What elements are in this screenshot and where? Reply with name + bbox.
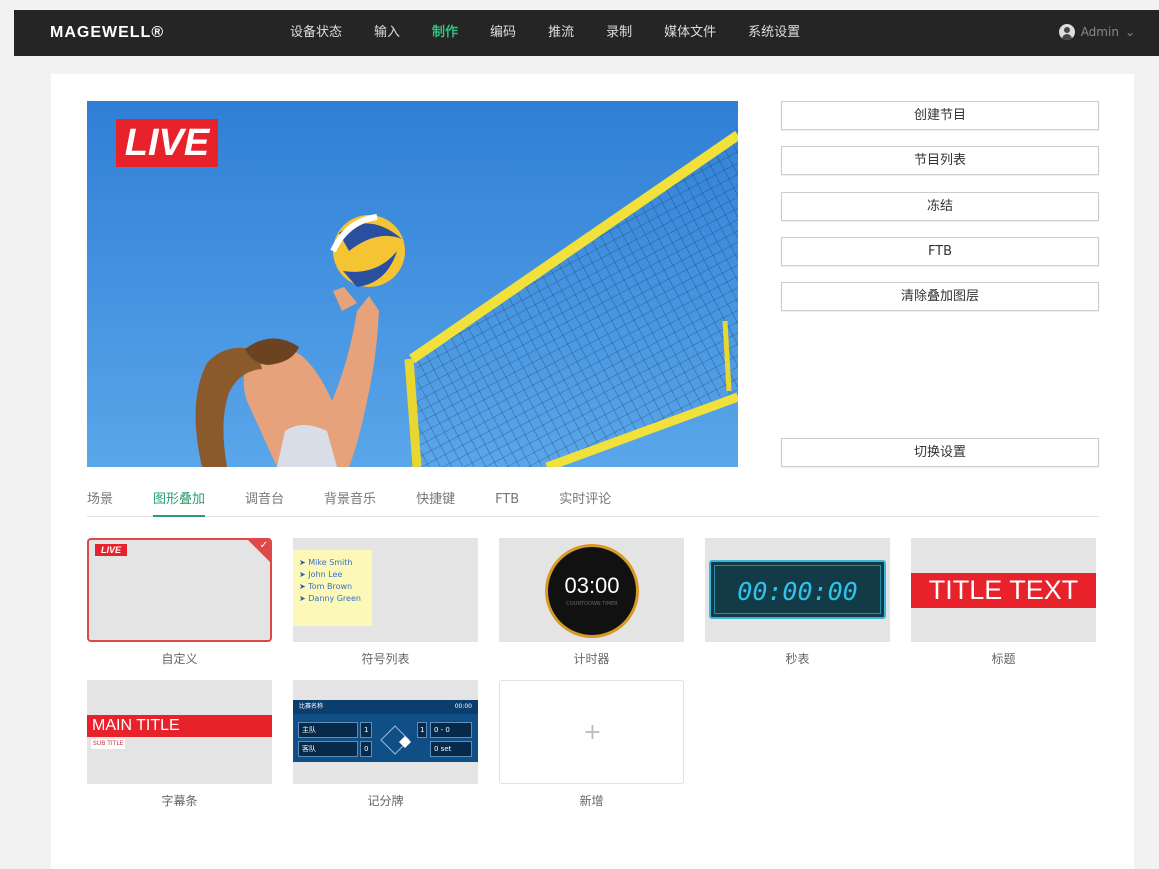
overlay-card-timer[interactable]: 03:00 COUNTDOWN TIMER: [499, 538, 684, 642]
stopwatch-value: 00:00:00: [714, 565, 881, 614]
nav-input[interactable]: 输入: [374, 10, 400, 56]
main-title-thumb: MAIN TITLE: [87, 715, 272, 737]
user-name: Admin: [1080, 25, 1119, 39]
plus-icon: +: [583, 720, 602, 745]
overlay-card-title[interactable]: TITLE TEXT: [911, 538, 1096, 642]
program-preview: LIVE: [87, 101, 738, 467]
magewell-logo[interactable]: MAGEWELL®: [50, 24, 164, 42]
tab-live-comments[interactable]: 实时评论: [559, 490, 611, 517]
list-item: ➤ Danny Green: [299, 594, 361, 603]
add-overlay-button[interactable]: +: [499, 680, 684, 784]
score1-cell: 1: [360, 722, 372, 738]
arrow-icon: ➤: [299, 570, 306, 579]
clear-overlay-button[interactable]: 清除叠加图层: [781, 282, 1099, 311]
chevron-down-icon: ⌄: [1124, 25, 1135, 39]
set1-cell: 0 - 0: [430, 722, 472, 738]
nav-encoding[interactable]: 编码: [490, 10, 516, 56]
list-item: ➤ John Lee: [299, 570, 343, 579]
live-thumb: LIVE: [95, 544, 127, 556]
ftb-button[interactable]: FTB: [781, 237, 1099, 266]
nav-system-settings[interactable]: 系统设置: [748, 10, 800, 56]
tab-scenes[interactable]: 场景: [87, 490, 113, 517]
overlay-card-bullet-list[interactable]: ➤ Mike Smith ➤ John Lee ➤ Tom Brown ➤ Da…: [293, 538, 478, 642]
overlay-label-custom: 自定义: [161, 652, 198, 666]
nav-recording[interactable]: 录制: [606, 10, 632, 56]
team2-cell: 客队: [298, 741, 358, 757]
overlay-label-bullet-list: 符号列表: [361, 652, 410, 666]
overlay-card-scoreboard[interactable]: 比赛名称 00:00 主队 客队 1 0 1 0 - 0 0 set: [293, 680, 478, 784]
arrow-icon: ➤: [299, 558, 306, 567]
scoreboard-thumb: 比赛名称 00:00 主队 客队 1 0 1 0 - 0 0 set: [293, 700, 478, 762]
check-icon: ✓: [259, 540, 268, 551]
overlay-card-lower-third[interactable]: MAIN TITLE SUB TITLE: [87, 680, 272, 784]
bullet-list-thumb: ➤ Mike Smith ➤ John Lee ➤ Tom Brown ➤ Da…: [293, 550, 372, 626]
timer-value: 03:00: [564, 573, 620, 598]
switch-settings-button[interactable]: 切换设置: [781, 438, 1099, 467]
tab-background-music[interactable]: 背景音乐: [324, 490, 376, 517]
overlay-label-scoreboard: 记分牌: [367, 794, 404, 808]
timer-sub: COUNTDOWN TIMER: [566, 601, 618, 607]
score2-cell: 0: [360, 741, 372, 757]
scoreboard-header: 比赛名称 00:00: [293, 700, 478, 714]
live-badge: LIVE: [116, 119, 218, 167]
team1-cell: 主队: [298, 722, 358, 738]
user-menu[interactable]: Admin ⌄: [1058, 24, 1135, 40]
list-item: ➤ Mike Smith: [299, 558, 353, 567]
list-item: ➤ Tom Brown: [299, 582, 353, 591]
production-tabs: 场景 图形叠加 调音台 背景音乐 快捷键 FTB 实时评论: [87, 490, 1099, 517]
user-icon: [1058, 24, 1075, 40]
nav-production[interactable]: 制作: [432, 10, 458, 56]
overlay-card-custom[interactable]: LIVE ✓: [87, 538, 272, 642]
overlay-label-timer: 计时器: [573, 652, 610, 666]
production-panel: LIVE 创建节目 节目列表 冻结 FTB 清除叠加图层 切换设置 场景 图形叠…: [51, 74, 1134, 869]
title-text-thumb: TITLE TEXT: [911, 573, 1096, 608]
stopwatch-thumb: 00:00:00: [709, 560, 886, 619]
tab-shortcuts[interactable]: 快捷键: [416, 490, 455, 517]
sub-title-thumb: SUB TITLE: [91, 739, 126, 749]
main-nav: 设备状态 输入 制作 编码 推流 录制 媒体文件 系统设置: [290, 10, 832, 56]
create-program-button[interactable]: 创建节目: [781, 101, 1099, 130]
timer-thumb: 03:00 COUNTDOWN TIMER: [545, 544, 639, 638]
inning-cell: 1: [417, 722, 427, 738]
overlay-label-lower-third: 字幕条: [161, 794, 198, 808]
set2-cell: 0 set: [430, 741, 472, 757]
program-list-button[interactable]: 节目列表: [781, 146, 1099, 175]
overlay-card-stopwatch[interactable]: 00:00:00: [705, 538, 890, 642]
nav-device-status[interactable]: 设备状态: [290, 10, 342, 56]
overlay-label-add: 新增: [579, 794, 604, 808]
tab-ftb[interactable]: FTB: [495, 490, 519, 517]
arrow-icon: ➤: [299, 582, 306, 591]
freeze-button[interactable]: 冻结: [781, 192, 1099, 221]
tab-audio-mixer[interactable]: 调音台: [245, 490, 284, 517]
overlay-label-title: 标题: [991, 652, 1016, 666]
overlay-label-stopwatch: 秒表: [785, 652, 810, 666]
tab-graphic-overlay[interactable]: 图形叠加: [153, 490, 206, 517]
arrow-icon: ➤: [299, 594, 306, 603]
nav-streaming[interactable]: 推流: [548, 10, 574, 56]
top-navbar: MAGEWELL® 设备状态 输入 制作 编码 推流 录制 媒体文件 系统设置 …: [14, 10, 1159, 56]
base-diamond-icon: [380, 725, 411, 755]
nav-media-files[interactable]: 媒体文件: [664, 10, 716, 56]
